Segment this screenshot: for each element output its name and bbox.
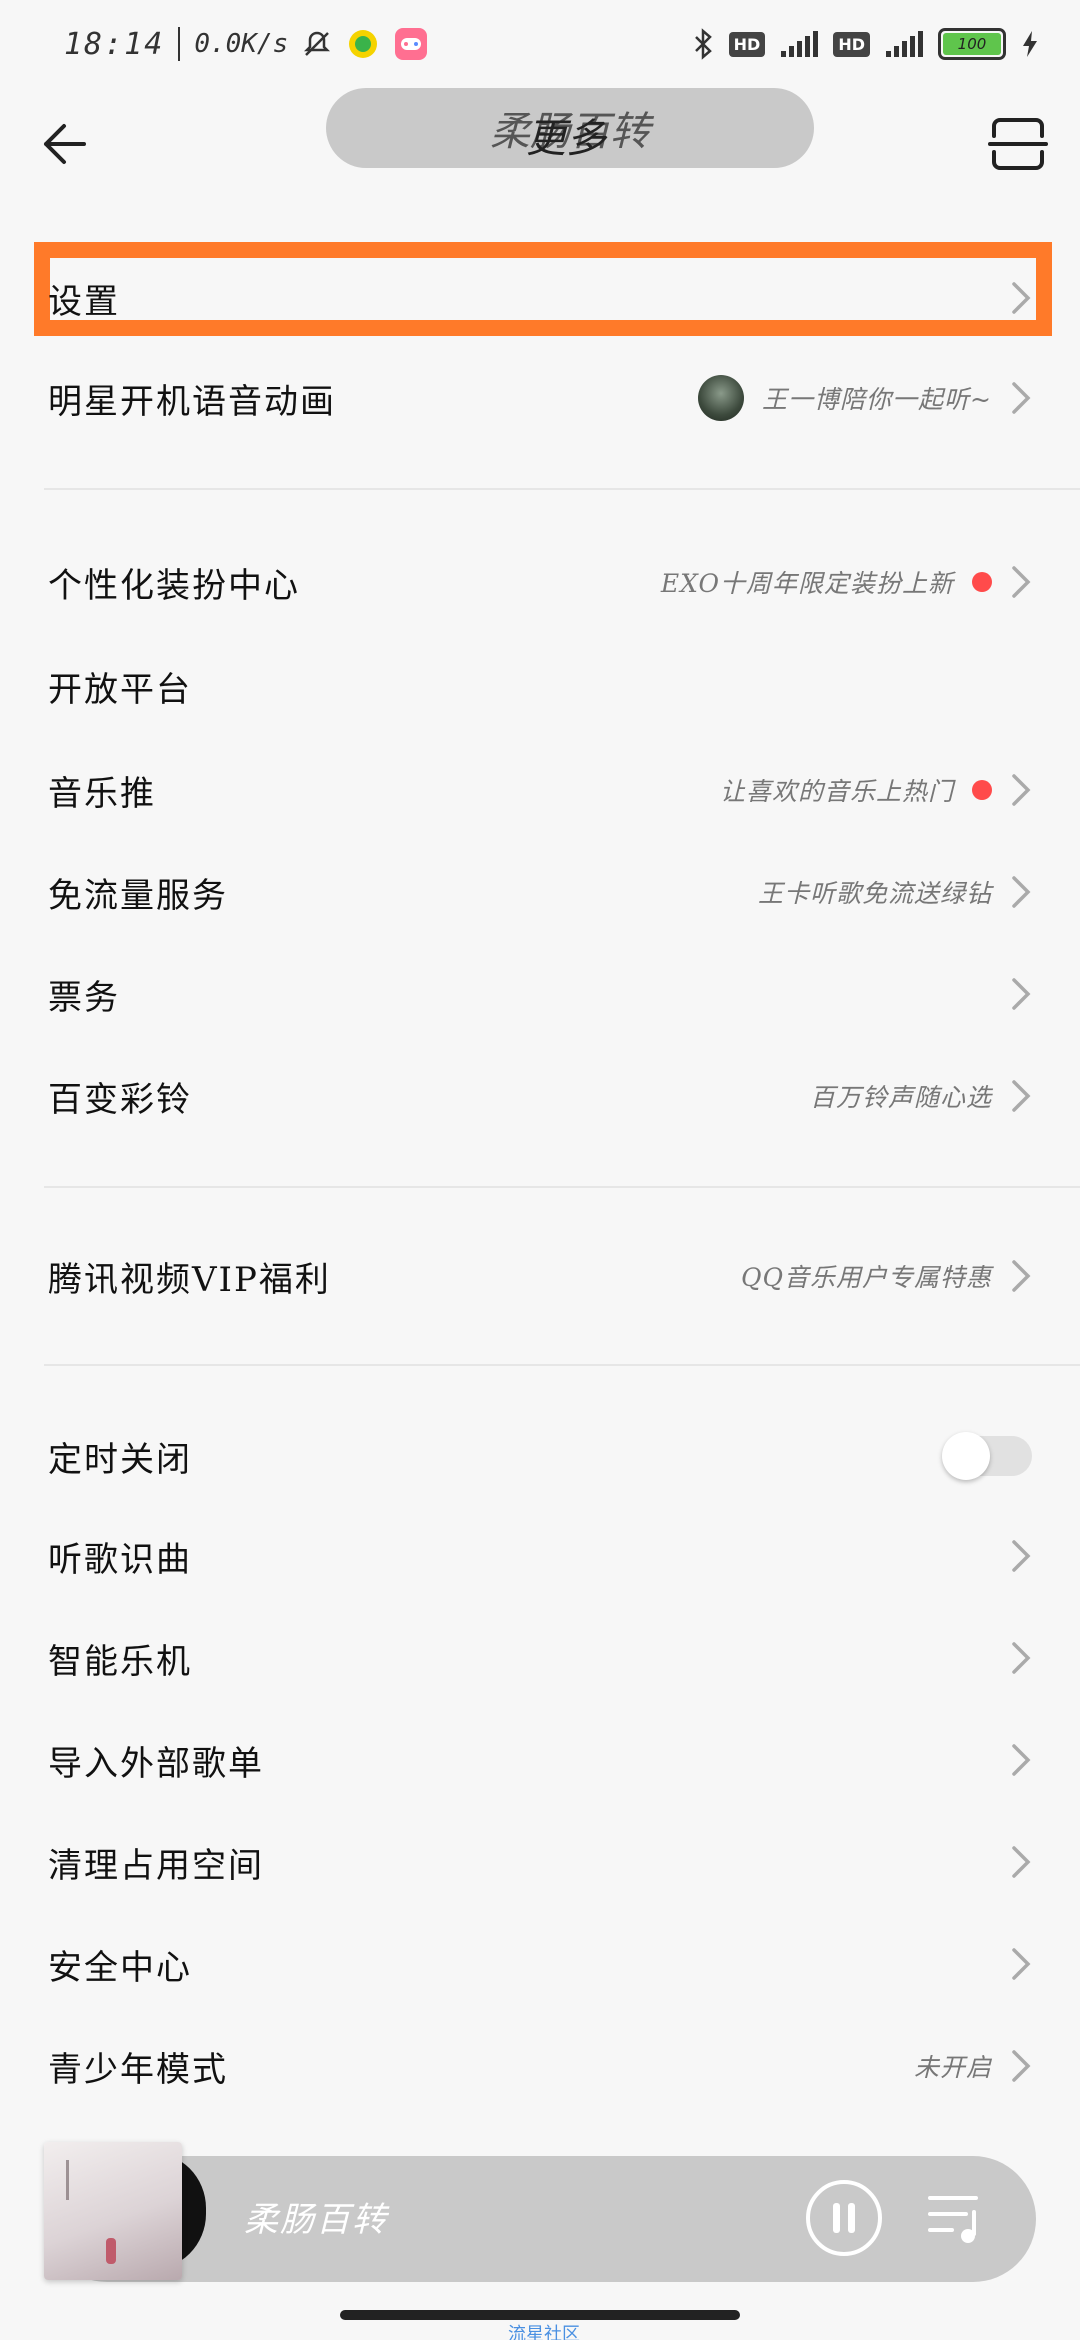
hd-badge-2: HD — [833, 31, 870, 57]
row-note: 百万铃声随心选 — [809, 1083, 992, 1112]
row-smart-device[interactable]: 智能乐机 — [0, 1608, 1080, 1708]
chevron-right-icon — [1012, 382, 1031, 414]
row-star-boot-animation[interactable]: 明星开机语音动画 王一博陪你一起听~ — [0, 348, 1080, 448]
player-song-title: 柔肠百转 — [244, 2200, 388, 2240]
music-app-icon — [349, 30, 378, 58]
row-tencent-video-vip[interactable]: 腾讯视频VIP福利 QQ音乐用户专属特惠 — [0, 1226, 1080, 1326]
row-clear-storage[interactable]: 清理占用空间 — [0, 1812, 1080, 1912]
battery-icon: 100 — [938, 28, 1006, 60]
row-teen-mode[interactable]: 青少年模式 未开启 — [0, 2016, 1080, 2116]
row-import-playlist[interactable]: 导入外部歌单 — [0, 1710, 1080, 1810]
row-free-data-service[interactable]: 免流量服务 王卡听歌免流送绿钻 — [0, 842, 1080, 942]
chevron-right-icon — [1012, 1540, 1031, 1572]
row-note: 王一博陪你一起听~ — [762, 385, 992, 414]
row-note: QQ音乐用户专属特惠 — [741, 1263, 992, 1292]
red-dot-badge — [972, 572, 992, 592]
divider — [44, 1364, 1080, 1366]
signal-icon-2 — [886, 31, 923, 57]
row-security-center[interactable]: 安全中心 — [0, 1914, 1080, 2014]
hd-badge: HD — [728, 31, 766, 57]
game-app-icon — [395, 28, 428, 60]
row-note: 王卡听歌免流送绿钻 — [757, 879, 992, 908]
row-settings[interactable]: 设置 — [0, 248, 1080, 348]
divider — [44, 488, 1080, 490]
chevron-right-icon — [1012, 2050, 1031, 2082]
charging-icon — [1023, 31, 1037, 57]
battery-level: 100 — [943, 33, 1001, 55]
chevron-right-icon — [1012, 1846, 1031, 1878]
row-label: 腾讯视频VIP福利 — [48, 1259, 331, 1300]
status-separator — [178, 27, 181, 61]
row-personalization-center[interactable]: 个性化装扮中心 EXO十周年限定装扮上新 — [0, 532, 1080, 632]
signal-icon — [781, 31, 819, 57]
album-cover[interactable] — [44, 2142, 182, 2280]
chevron-right-icon — [1012, 566, 1031, 598]
row-label: 青少年模式 — [48, 2049, 228, 2090]
row-label: 听歌识曲 — [48, 1539, 192, 1580]
chevron-right-icon — [1012, 876, 1031, 908]
divider — [44, 1186, 1080, 1188]
row-note: EXO十周年限定装扮上新 — [660, 569, 954, 598]
row-note: 让喜欢的音乐上热门 — [719, 777, 954, 806]
bluetooth-icon — [694, 28, 712, 60]
row-label: 智能乐机 — [48, 1641, 192, 1682]
scan-icon[interactable] — [986, 112, 1050, 176]
row-note: 未开启 — [913, 2053, 992, 2082]
chevron-right-icon — [1012, 1080, 1031, 1112]
header-title-pill: 柔肠百转 更多 — [326, 88, 814, 168]
row-music-promote[interactable]: 音乐推 让喜欢的音乐上热门 — [0, 740, 1080, 840]
mute-icon — [304, 31, 331, 56]
row-label: 导入外部歌单 — [48, 1743, 264, 1784]
back-button[interactable] — [30, 112, 94, 176]
pause-button[interactable] — [804, 2178, 884, 2258]
page-title: 更多 — [526, 116, 606, 162]
home-indicator[interactable] — [340, 2310, 740, 2320]
chevron-right-icon — [1012, 1948, 1031, 1980]
row-ringtone[interactable]: 百变彩铃 百万铃声随心选 — [0, 1046, 1080, 1146]
row-label: 百变彩铃 — [48, 1079, 192, 1120]
status-bar: 18:14 0.0K/s HD HD 100 — [0, 0, 1080, 88]
row-song-recognition[interactable]: 听歌识曲 — [0, 1506, 1080, 1606]
status-time: 18:14 — [64, 26, 165, 62]
row-label: 票务 — [48, 977, 120, 1018]
chevron-right-icon — [1012, 978, 1031, 1010]
sleep-timer-toggle[interactable] — [942, 1432, 1032, 1480]
row-label: 明星开机语音动画 — [48, 381, 336, 422]
chevron-right-icon — [1012, 1744, 1031, 1776]
row-label: 音乐推 — [48, 773, 156, 814]
chevron-right-icon — [1012, 282, 1031, 314]
row-label: 开放平台 — [48, 669, 192, 710]
bottom-tag: 流星社区 — [508, 2324, 580, 2340]
row-label: 清理占用空间 — [48, 1845, 264, 1886]
row-label: 设置 — [48, 281, 120, 322]
top-header: 柔肠百转 更多 — [0, 88, 1080, 200]
chevron-right-icon — [1012, 1642, 1031, 1674]
row-label: 免流量服务 — [48, 875, 228, 916]
album-figure — [106, 2238, 116, 2264]
chevron-right-icon — [1012, 1260, 1031, 1292]
row-label: 个性化装扮中心 — [48, 565, 300, 606]
row-open-platform[interactable]: 开放平台 — [0, 636, 1080, 736]
album-calligraphy — [66, 2160, 92, 2200]
row-label: 定时关闭 — [48, 1439, 192, 1480]
avatar — [698, 375, 745, 421]
row-ticketing[interactable]: 票务 — [0, 944, 1080, 1044]
chevron-right-icon — [1012, 774, 1031, 806]
playlist-icon[interactable] — [926, 2190, 988, 2246]
row-sleep-timer[interactable]: 定时关闭 — [0, 1406, 1080, 1506]
red-dot-badge — [972, 780, 992, 800]
toggle-knob — [942, 1432, 990, 1480]
row-label: 安全中心 — [48, 1947, 192, 1988]
network-speed: 0.0K/s — [194, 29, 289, 59]
